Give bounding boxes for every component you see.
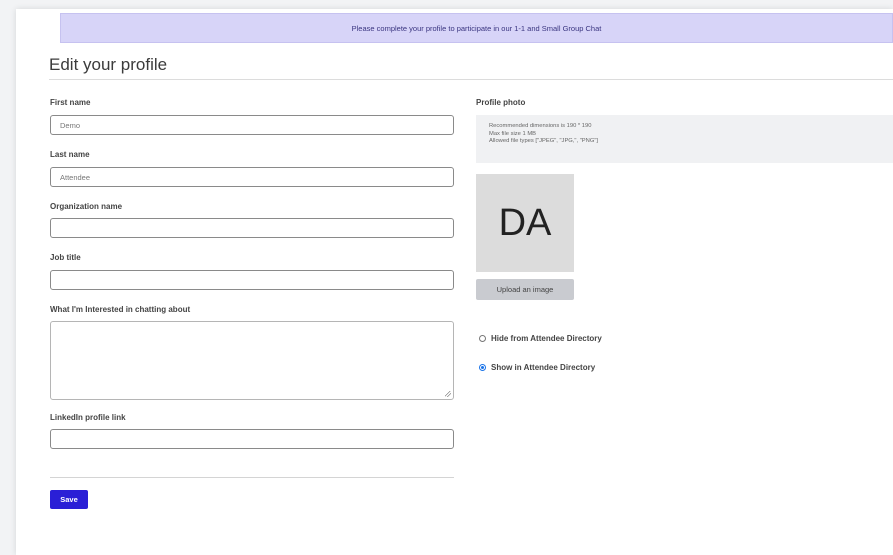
interests-textarea[interactable] xyxy=(50,321,454,400)
photo-size-text: Max file size 1 MB xyxy=(489,130,537,137)
banner-text: Please complete your profile to particip… xyxy=(351,23,602,33)
hide-directory-label: Hide from Attendee Directory xyxy=(491,334,602,343)
linkedin-input[interactable] xyxy=(50,429,454,449)
profile-page: Please complete your profile to particip… xyxy=(16,9,893,555)
first-name-input[interactable]: Demo xyxy=(50,115,454,135)
last-name-input[interactable]: Attendee xyxy=(50,167,454,187)
upload-image-button[interactable]: Upload an image xyxy=(476,279,574,300)
photo-requirements: Recommended dimensions is 190 * 190 Max … xyxy=(476,115,893,163)
show-directory-option[interactable]: Show in Attendee Directory xyxy=(479,363,595,372)
resize-handle-icon[interactable] xyxy=(445,391,451,397)
interests-label: What I'm Interested in chatting about xyxy=(50,305,191,314)
radio-unchecked-icon[interactable] xyxy=(479,335,486,342)
avatar: DA xyxy=(476,174,574,272)
page-title: Edit your profile xyxy=(49,55,168,74)
job-title-label: Job title xyxy=(50,253,81,262)
title-divider xyxy=(49,79,893,80)
first-name-label: First name xyxy=(50,98,91,107)
profile-notice-banner: Please complete your profile to particip… xyxy=(60,13,893,43)
hide-directory-option[interactable]: Hide from Attendee Directory xyxy=(479,334,602,343)
form-divider xyxy=(50,477,454,478)
job-title-input[interactable] xyxy=(50,270,454,290)
organization-label: Organization name xyxy=(50,202,123,211)
avatar-initials: DA xyxy=(498,201,552,244)
save-button[interactable]: Save xyxy=(50,490,88,509)
linkedin-label: LinkedIn profile link xyxy=(50,413,126,422)
last-name-label: Last name xyxy=(50,150,90,159)
photo-dimensions-text: Recommended dimensions is 190 * 190 xyxy=(489,123,592,129)
show-directory-label: Show in Attendee Directory xyxy=(491,363,596,372)
photo-filetypes-text: Allowed file types ["JPEG", "JPG,", "PNG… xyxy=(489,138,598,144)
profile-photo-label: Profile photo xyxy=(476,98,526,107)
organization-input[interactable] xyxy=(50,218,454,238)
radio-checked-icon[interactable] xyxy=(479,364,486,371)
